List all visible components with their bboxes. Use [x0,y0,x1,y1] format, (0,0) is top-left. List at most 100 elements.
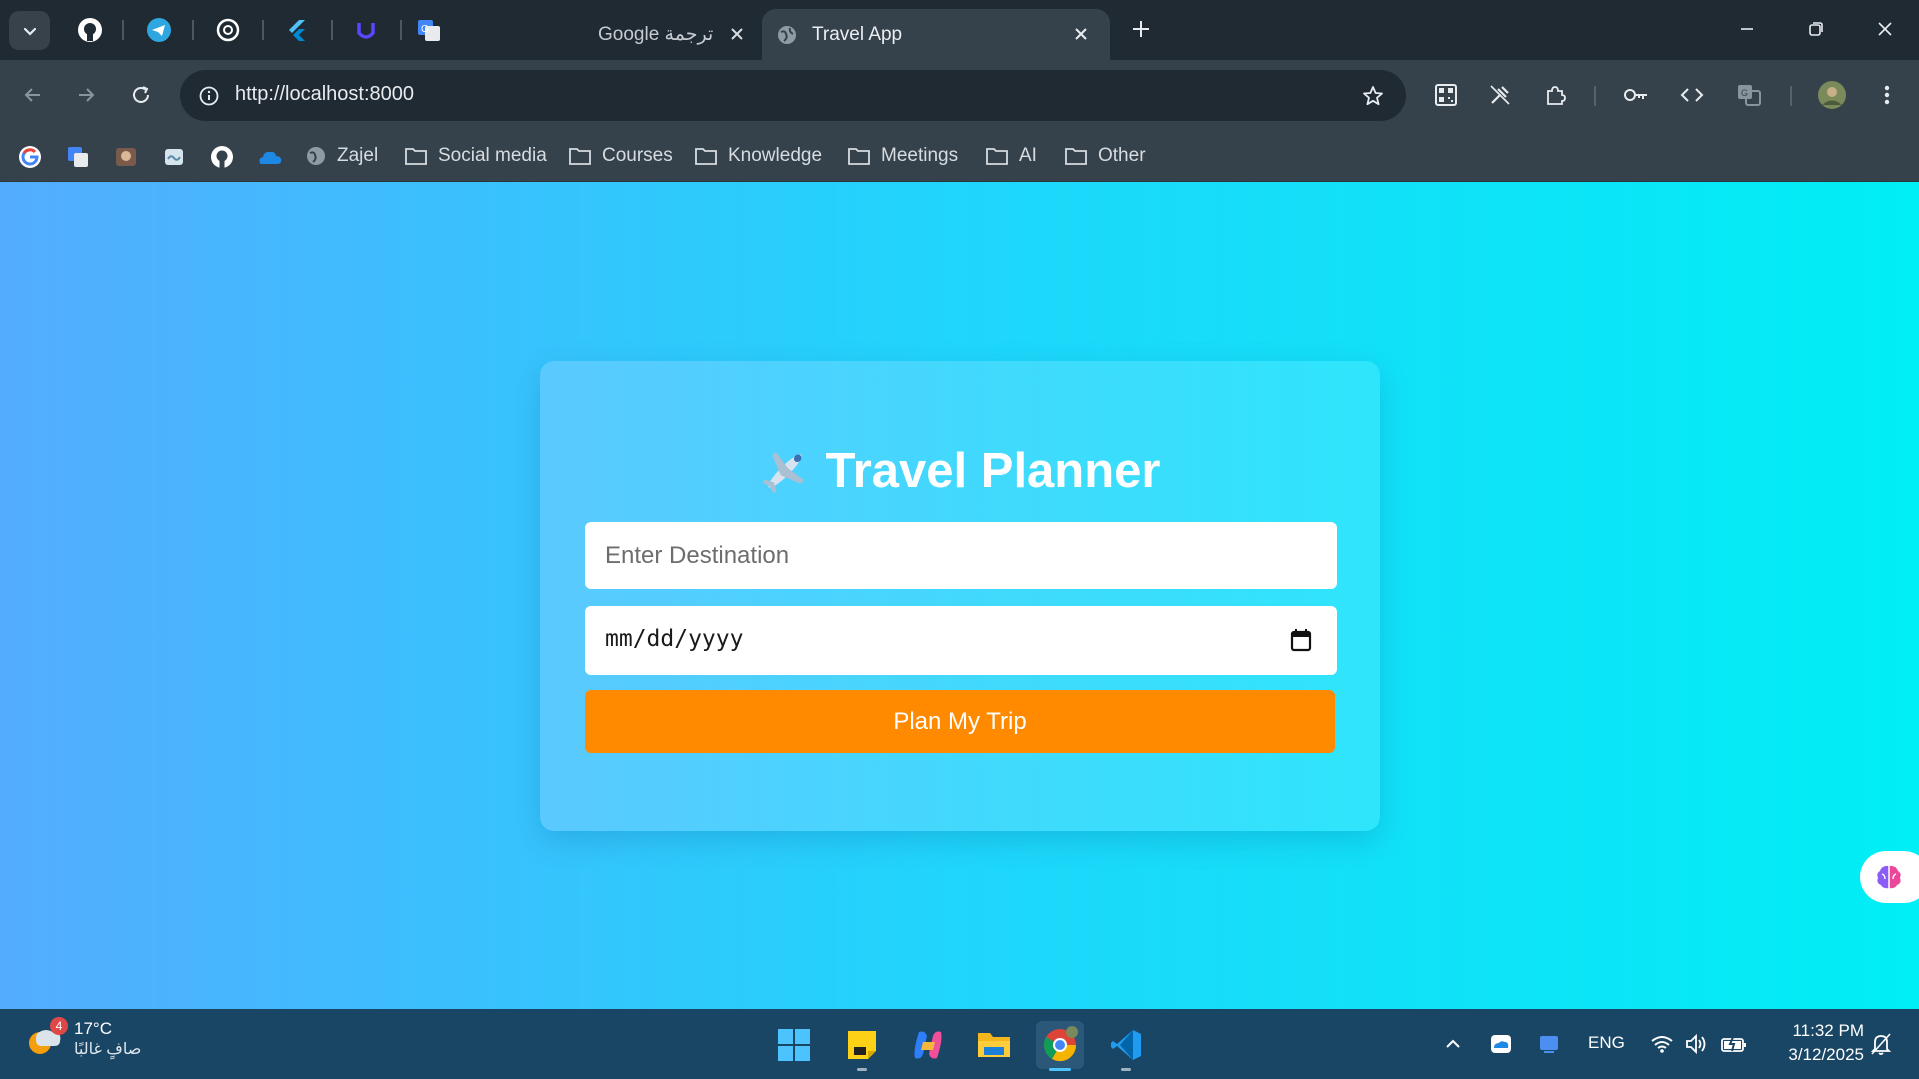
vscode-icon [1111,1030,1141,1060]
input-language[interactable]: ENG [1588,1033,1625,1053]
google-icon [19,146,41,168]
weather-icon-wrap: 4 [26,1017,68,1059]
bookmark-google[interactable] [16,143,44,171]
more-vertical-icon [1884,85,1890,105]
globe-icon [778,25,796,44]
volume-button[interactable] [1681,1029,1711,1059]
wifi-icon [1651,1036,1673,1053]
close-window-button[interactable] [1870,14,1900,44]
bookmark-folder-other[interactable]: Other [1064,139,1146,173]
tab-close-button[interactable] [1070,23,1092,45]
minimize-button[interactable] [1732,14,1762,44]
tab-google-translate[interactable]: Google ترجمة [575,9,760,60]
side-assistant-button[interactable] [1860,851,1919,903]
taskbar-sticky-notes[interactable] [838,1021,886,1071]
arrow-left-icon [24,88,40,102]
weather-description: صافٍ غالبًا [74,1041,142,1058]
tray-app[interactable] [1534,1029,1564,1059]
calendar-picker-button[interactable] [1287,626,1315,654]
battery-button[interactable] [1719,1029,1749,1059]
pinned-tab-github[interactable] [72,12,108,48]
tray-onedrive[interactable] [1486,1029,1516,1059]
translate-button[interactable]: G [1732,78,1766,112]
openai-icon [216,18,240,42]
taskbar-vscode[interactable] [1102,1021,1150,1071]
sticky-notes-icon [848,1031,876,1059]
pinned-tab-telegram[interactable] [141,12,177,48]
url-text[interactable]: http://localhost:8000 [235,83,414,106]
bookmark-github[interactable] [208,143,236,171]
taskbar-file-explorer[interactable] [970,1021,1018,1069]
pinned-tab-openai[interactable] [210,12,246,48]
folder-icon [848,148,870,165]
bookmark-label: AI [1019,145,1037,166]
eye-dropper-extension[interactable] [1483,78,1517,112]
notifications-button[interactable] [1866,1029,1896,1059]
profile-avatar-button[interactable] [1815,78,1849,112]
pinned-tab-udemy[interactable] [348,12,384,48]
clock[interactable]: 11:32 PM 3/12/2025 [1764,1019,1864,1067]
chevron-down-icon [23,27,36,36]
plus-icon [1133,21,1149,37]
tab-close-button[interactable] [726,23,748,45]
bookmark-folder-social-media[interactable]: Social media [404,139,547,173]
storage-icon [165,149,183,165]
close-icon [1878,22,1892,36]
bookmark-label: Zajel [337,145,379,166]
destination-field[interactable] [585,522,1337,589]
devtools-button[interactable] [1675,78,1709,112]
bookmark-label: Knowledge [728,145,823,166]
bookmark-folder-knowledge[interactable]: Knowledge [694,139,822,173]
bookmark-label: Other [1098,145,1146,166]
extensions-button[interactable] [1538,78,1572,112]
clock-time: 11:32 PM [1792,1021,1864,1040]
bookmark-label: Meetings [881,145,959,166]
planner-card: Travel Planner mm/dd/yyyy Plan My Trip [540,361,1380,831]
date-field[interactable]: mm/dd/yyyy [585,606,1337,675]
taskbar-chrome[interactable] [1036,1021,1084,1071]
bookmark-folder-courses[interactable]: Courses [568,139,673,173]
tab-search-button[interactable] [9,11,50,50]
bookmark-zajel[interactable]: Zajel [305,139,378,173]
plan-my-trip-button[interactable]: Plan My Trip [585,690,1335,753]
onedrive-icon [259,151,282,164]
bookmarks-bar: Zajel Social media Courses Knowledge Mee… [0,131,1919,182]
bookmark-onedrive[interactable] [256,143,284,171]
avatar-icon [1818,81,1846,109]
pinned-tab-flutter[interactable] [279,12,315,48]
pinned-tab-google-translate[interactable]: G [411,12,447,48]
address-bar[interactable]: http://localhost:8000 [180,70,1406,121]
globe-icon [307,147,325,165]
site-info-button[interactable] [194,81,224,111]
folder-icon [569,148,591,165]
bookmark-folder-meetings[interactable]: Meetings [847,139,958,173]
qr-code-extension[interactable] [1429,78,1463,112]
bookmark-translate[interactable] [64,143,92,171]
bookmark-image-site[interactable] [112,143,140,171]
show-hidden-icons-button[interactable] [1438,1029,1468,1059]
bookmark-folder-ai[interactable]: AI [985,139,1037,173]
password-manager-button[interactable] [1619,78,1653,112]
battery-charging-icon [1721,1034,1746,1052]
svg-text:G: G [421,24,429,35]
taskbar-copilot[interactable] [904,1021,952,1069]
new-tab-button[interactable] [1126,14,1156,44]
tab-travel-app[interactable]: Travel App [762,9,1110,60]
wifi-button[interactable] [1647,1029,1677,1059]
github-icon [211,146,233,168]
date-input-text[interactable]: mm/dd/yyyy [605,626,743,652]
close-icon [1075,28,1087,40]
restore-button[interactable] [1801,14,1831,44]
airplane-icon [762,451,805,494]
destination-input[interactable] [585,522,1337,589]
back-button[interactable] [15,77,51,113]
bookmark-cloud-storage[interactable] [160,143,188,171]
weather-widget[interactable]: 4 17°C صافٍ غالبًا [26,1017,142,1059]
bookmark-star-button[interactable] [1358,81,1388,111]
browser-menu-button[interactable] [1870,78,1904,112]
cloud-icon [1491,1035,1511,1053]
forward-button[interactable] [68,77,104,113]
reload-button[interactable] [123,77,159,113]
key-icon [1624,89,1647,101]
start-button[interactable] [770,1021,818,1069]
